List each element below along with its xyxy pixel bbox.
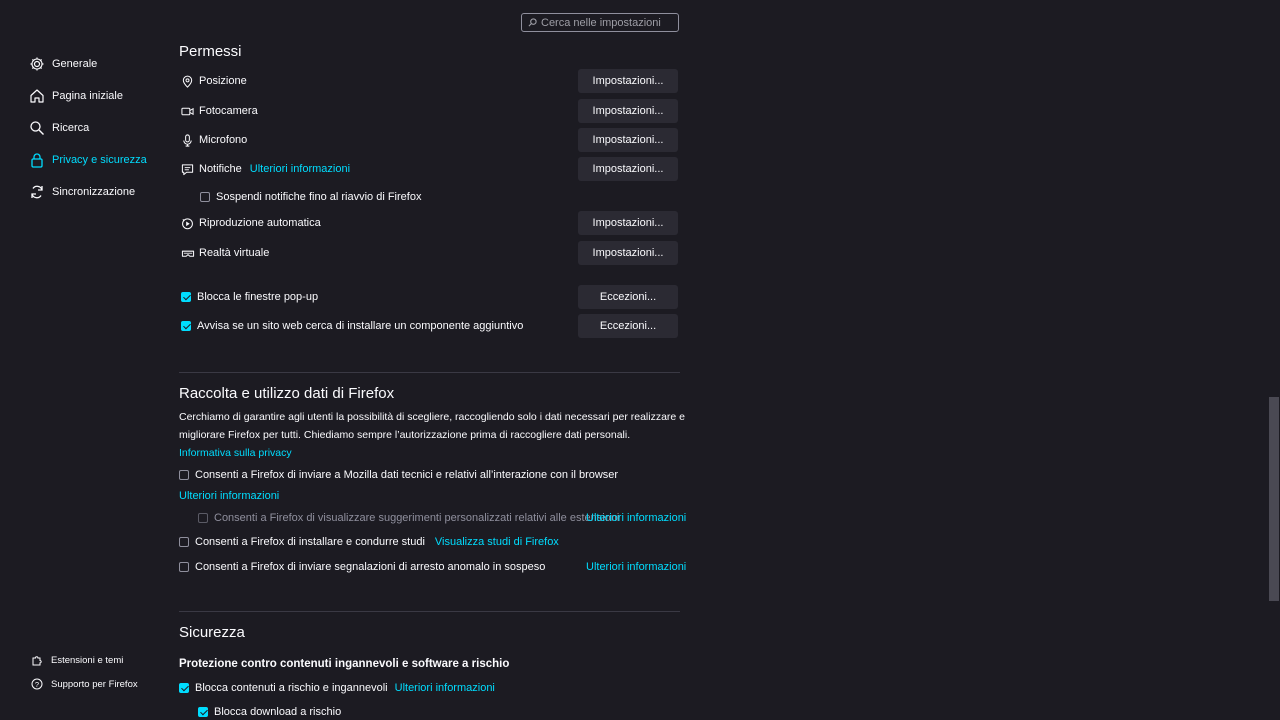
sidebar-item-generale[interactable]: Generale xyxy=(28,53,97,75)
notifications-learn-more-link[interactable]: Ulteriori informazioni xyxy=(250,163,350,175)
permission-label: Fotocamera xyxy=(199,105,258,117)
sidebar-item-label: Pagina iniziale xyxy=(52,90,123,102)
puzzle-icon xyxy=(30,653,44,667)
microphone-icon xyxy=(180,133,195,148)
block-dangerous-learn-more-link[interactable]: Ulteriori informazioni xyxy=(395,682,495,694)
data-collection-description: Cerchiamo di garantire agli utenti la po… xyxy=(179,408,689,444)
notification-icon xyxy=(180,162,195,177)
security-title: Sicurezza xyxy=(179,624,245,641)
technical-data-label[interactable]: Consenti a Firefox di inviare a Mozilla … xyxy=(195,469,618,481)
sidebar-item-ricerca[interactable]: Ricerca xyxy=(28,117,89,139)
permission-label: Realtà virtuale xyxy=(199,247,270,259)
sidebar-item-label: Generale xyxy=(52,58,98,70)
technical-data-row: Consenti a Firefox di inviare a Mozilla … xyxy=(179,468,618,482)
settings-search-box[interactable] xyxy=(521,13,679,32)
warn-addons-checkbox[interactable] xyxy=(181,321,191,331)
block-dangerous-label[interactable]: Blocca contenuti a rischio e ingannevoli xyxy=(195,682,388,694)
microphone-settings-button[interactable]: Impostazioni... xyxy=(578,128,678,152)
gear-icon xyxy=(28,55,46,73)
help-icon: ? xyxy=(30,677,44,691)
scrollbar-track[interactable] xyxy=(1268,0,1280,720)
block-dangerous-row: Blocca contenuti a rischio e ingannevoli… xyxy=(179,681,495,695)
pause-notifications-checkbox[interactable] xyxy=(200,191,210,202)
crash-reports-checkbox[interactable] xyxy=(179,562,189,572)
suggestions-row: Consenti a Firefox di visualizzare sugge… xyxy=(198,511,619,525)
permission-label: Riproduzione automatica xyxy=(199,217,321,229)
studies-row: Consenti a Firefox di installare e condu… xyxy=(179,535,559,549)
lock-icon xyxy=(28,151,46,169)
block-popups-label[interactable]: Blocca le finestre pop-up xyxy=(197,291,318,303)
addons-exceptions-button[interactable]: Eccezioni... xyxy=(578,314,678,338)
svg-text:?: ? xyxy=(35,680,39,689)
sidebar-item-privacy[interactable]: Privacy e sicurezza xyxy=(28,149,147,171)
warn-addons-label[interactable]: Avvisa se un sito web cerca di installar… xyxy=(197,320,523,332)
crash-reports-label[interactable]: Consenti a Firefox di inviare segnalazio… xyxy=(195,561,545,573)
crash-reports-learn-more-link[interactable]: Ulteriori informazioni xyxy=(586,561,686,573)
description-line: migliorare Firefox per tutti. Chiediamo … xyxy=(179,429,631,441)
search-input[interactable] xyxy=(537,16,671,29)
sidebar-item-pagina-iniziale[interactable]: Pagina iniziale xyxy=(28,85,123,107)
popups-exceptions-button[interactable]: Eccezioni... xyxy=(578,285,678,309)
home-icon xyxy=(28,87,46,105)
technical-data-learn-more-link[interactable]: Ulteriori informazioni xyxy=(179,490,279,502)
scrollbar-thumb[interactable] xyxy=(1269,397,1279,601)
studies-label[interactable]: Consenti a Firefox di installare e condu… xyxy=(195,536,425,548)
block-dangerous-checkbox[interactable] xyxy=(179,683,189,693)
warn-addons-row: Avvisa se un sito web cerca di installar… xyxy=(181,319,523,333)
permission-label: Posizione xyxy=(199,75,247,87)
block-popups-row: Blocca le finestre pop-up xyxy=(181,290,318,304)
notifications-settings-button[interactable]: Impostazioni... xyxy=(578,157,678,181)
location-settings-button[interactable]: Impostazioni... xyxy=(578,69,678,93)
section-divider xyxy=(179,611,680,612)
permission-row-vr: Realtà virtuale xyxy=(180,244,269,262)
sidebar-footer-extensions[interactable]: Estensioni e temi xyxy=(30,652,123,668)
permission-row-notifications: Notifiche Ulteriori informazioni xyxy=(180,160,350,178)
camera-settings-button[interactable]: Impostazioni... xyxy=(578,99,678,123)
pause-notifications-row: Sospendi notifiche fino al riavvio di Fi… xyxy=(200,190,421,203)
block-downloads-checkbox[interactable] xyxy=(198,707,208,717)
vr-settings-button[interactable]: Impostazioni... xyxy=(578,241,678,265)
location-pin-icon xyxy=(180,74,195,89)
sidebar-item-label: Ricerca xyxy=(52,122,90,134)
description-line: Cerchiamo di garantire agli utenti la po… xyxy=(179,411,686,423)
permission-row-camera: Fotocamera xyxy=(180,102,258,120)
permissions-heading: Permessi xyxy=(179,43,242,59)
crash-reports-row: Consenti a Firefox di inviare segnalazio… xyxy=(179,560,545,574)
security-subtitle: Protezione contro contenuti ingannevoli … xyxy=(179,658,510,670)
block-downloads-label[interactable]: Blocca download a rischio xyxy=(214,706,341,718)
footer-label: Supporto per Firefox xyxy=(51,678,138,690)
suggestions-label: Consenti a Firefox di visualizzare sugge… xyxy=(214,512,620,524)
sync-icon xyxy=(28,183,46,201)
autoplay-settings-button[interactable]: Impostazioni... xyxy=(578,211,678,235)
sidebar-item-label: Sincronizzazione xyxy=(52,186,136,198)
sidebar-item-sincronizzazione[interactable]: Sincronizzazione xyxy=(28,181,135,203)
permission-label: Notifiche xyxy=(199,163,242,175)
studies-checkbox[interactable] xyxy=(179,537,189,547)
data-collection-title: Raccolta e utilizzo dati di Firefox xyxy=(179,385,395,402)
permission-row-autoplay: Riproduzione automatica xyxy=(180,214,321,232)
suggestions-checkbox[interactable] xyxy=(198,513,208,523)
view-studies-link[interactable]: Visualizza studi di Firefox xyxy=(435,536,559,548)
permission-label: Microfono xyxy=(199,134,248,146)
permission-row-microphone: Microfono xyxy=(180,131,247,149)
block-popups-checkbox[interactable] xyxy=(181,292,191,302)
suggestions-learn-more-link[interactable]: Ulteriori informazioni xyxy=(586,512,686,524)
sidebar-footer-support[interactable]: ? Supporto per Firefox xyxy=(30,676,138,692)
technical-data-checkbox[interactable] xyxy=(179,470,189,480)
vr-headset-icon xyxy=(180,246,195,261)
search-icon xyxy=(28,119,46,137)
camera-icon xyxy=(180,104,195,119)
privacy-notice-link[interactable]: Informativa sulla privacy xyxy=(179,444,292,462)
section-divider xyxy=(179,372,680,373)
search-icon xyxy=(528,18,537,27)
footer-label: Estensioni e temi xyxy=(51,654,124,666)
permission-row-location: Posizione xyxy=(180,72,247,90)
sidebar-item-label: Privacy e sicurezza xyxy=(52,154,147,166)
block-downloads-row: Blocca download a rischio xyxy=(198,705,341,719)
pause-notifications-label[interactable]: Sospendi notifiche fino al riavvio di Fi… xyxy=(216,191,421,203)
autoplay-icon xyxy=(180,216,195,231)
